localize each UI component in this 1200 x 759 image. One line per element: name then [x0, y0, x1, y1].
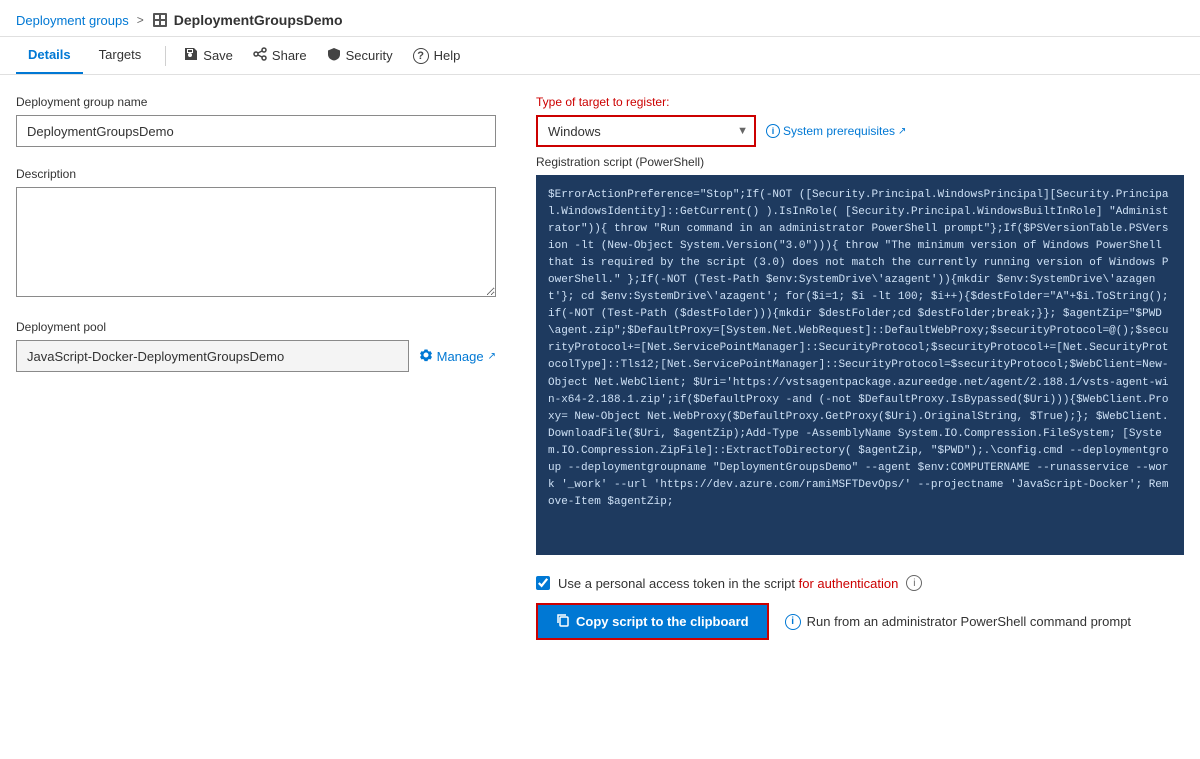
copy-script-button[interactable]: Copy script to the clipboard [536, 603, 769, 640]
manage-link[interactable]: Manage ↗ [419, 348, 496, 365]
breadcrumb-icon [152, 12, 168, 28]
tab-details[interactable]: Details [16, 37, 83, 74]
save-icon [184, 47, 198, 64]
manage-label: Manage [437, 349, 484, 364]
share-label: Share [272, 48, 307, 63]
description-input[interactable] [16, 187, 496, 297]
breadcrumb-separator: > [137, 13, 144, 27]
breadcrumb: Deployment groups > DeploymentGroupsDemo [16, 12, 1184, 28]
target-type-field: Type of target to register: Windows Linu… [536, 95, 1184, 555]
share-action[interactable]: Share [243, 39, 317, 72]
token-checkbox[interactable] [536, 576, 550, 590]
gear-icon [419, 348, 433, 365]
nav-tabs: Details Targets Save Share Security ? He… [0, 37, 1200, 75]
info-circle-icon: i [766, 124, 780, 138]
pool-field: Deployment pool Manage ↗ [16, 320, 496, 372]
external-link-icon: ↗ [488, 351, 496, 362]
save-action[interactable]: Save [174, 39, 243, 72]
main-content: Deployment group name Description Deploy… [0, 75, 1200, 660]
group-name-label: Deployment group name [16, 95, 496, 109]
run-info-icon: i [785, 614, 801, 630]
share-icon [253, 47, 267, 64]
target-type-select[interactable]: Windows Linux [536, 115, 756, 147]
help-icon: ? [413, 48, 429, 64]
right-panel: Type of target to register: Windows Linu… [536, 95, 1184, 640]
left-panel: Deployment group name Description Deploy… [16, 95, 496, 640]
copy-icon [556, 613, 570, 630]
target-select-wrapper: Windows Linux ▼ [536, 115, 756, 147]
token-info-icon[interactable]: i [906, 575, 922, 591]
shield-icon [327, 47, 341, 64]
run-from-text: i Run from an administrator PowerShell c… [785, 614, 1131, 630]
help-action[interactable]: ? Help [403, 40, 471, 72]
nav-divider [165, 46, 166, 66]
group-name-field: Deployment group name [16, 95, 496, 147]
token-label: Use a personal access token in the scrip… [558, 576, 898, 591]
description-field: Description [16, 167, 496, 300]
breadcrumb-parent-link[interactable]: Deployment groups [16, 13, 129, 28]
group-name-input[interactable] [16, 115, 496, 147]
security-label: Security [346, 48, 393, 63]
pool-input[interactable] [16, 340, 409, 372]
page-header: Deployment groups > DeploymentGroupsDemo [0, 0, 1200, 37]
copy-button-label: Copy script to the clipboard [576, 614, 749, 629]
token-checkbox-row: Use a personal access token in the scrip… [536, 575, 1184, 591]
pool-row: Manage ↗ [16, 340, 496, 372]
pool-label: Deployment pool [16, 320, 496, 334]
description-label: Description [16, 167, 496, 181]
run-from-label: Run from an administrator PowerShell com… [807, 614, 1131, 629]
system-prereq-link[interactable]: i System prerequisites ↗ [766, 124, 906, 138]
action-row: Copy script to the clipboard i Run from … [536, 603, 1184, 640]
security-action[interactable]: Security [317, 39, 403, 72]
tab-targets[interactable]: Targets [87, 37, 154, 74]
type-label: Type of target to register: [536, 95, 1184, 109]
external-link-icon-prereq: ↗ [898, 126, 906, 137]
help-label: Help [434, 48, 461, 63]
script-label: Registration script (PowerShell) [536, 155, 1184, 169]
breadcrumb-current: DeploymentGroupsDemo [174, 12, 343, 28]
save-label: Save [203, 48, 233, 63]
prereq-label: System prerequisites [783, 124, 895, 138]
script-content: $ErrorActionPreference="Stop";If(-NOT ([… [536, 175, 1184, 555]
select-row: Windows Linux ▼ i System prerequisites ↗ [536, 115, 1184, 147]
